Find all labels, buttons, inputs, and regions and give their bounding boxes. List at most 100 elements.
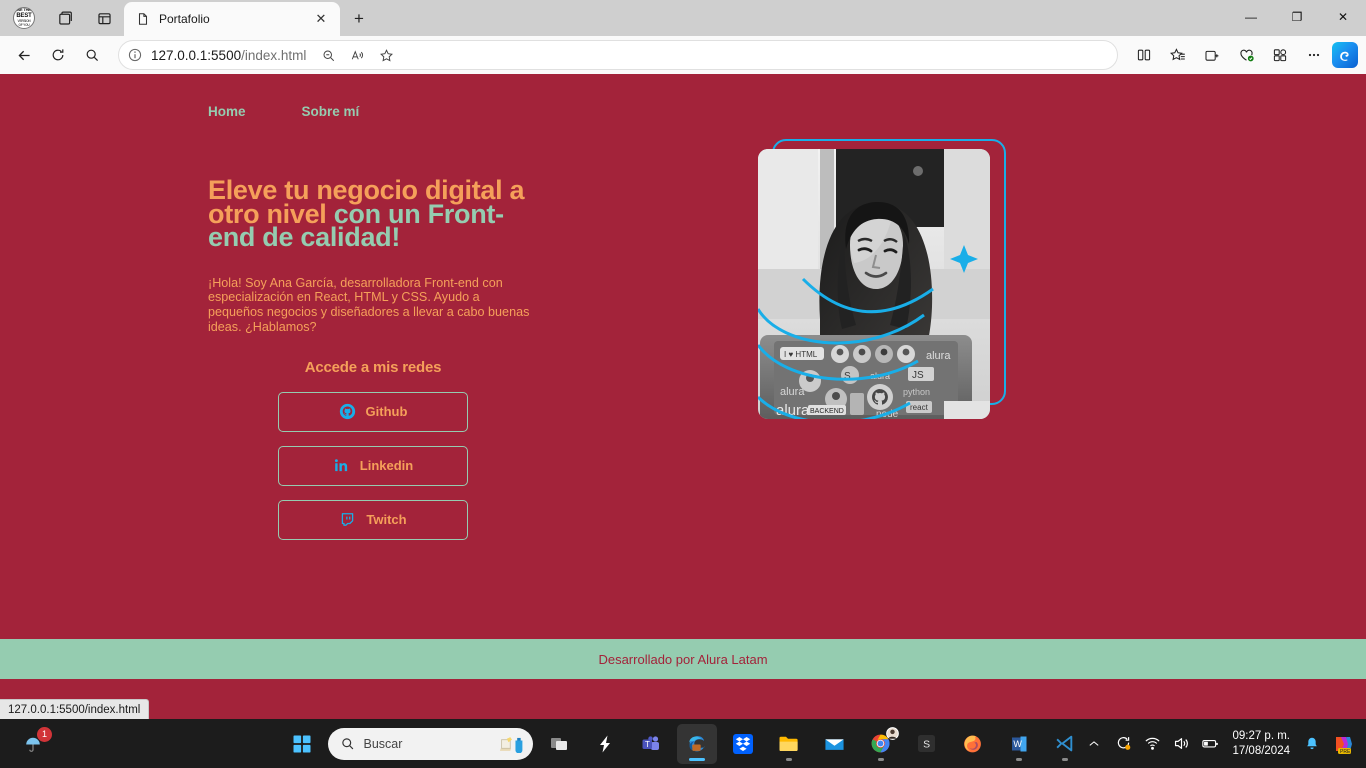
svg-text:JS: JS bbox=[912, 370, 924, 381]
avatar: BE THE BEST VERSION OF YOU bbox=[13, 7, 35, 29]
task-view-icon[interactable] bbox=[539, 724, 579, 764]
s-app-icon[interactable]: S bbox=[907, 724, 947, 764]
mail-icon[interactable] bbox=[815, 724, 855, 764]
reload-icon[interactable] bbox=[42, 40, 74, 70]
hero-text-column: Eleve tu negocio digital a otro nivel co… bbox=[208, 177, 538, 540]
twitch-button-label: Twitch bbox=[366, 512, 407, 528]
zoom-out-icon[interactable] bbox=[314, 42, 342, 68]
extensions-icon[interactable] bbox=[1264, 40, 1296, 70]
show-hidden-icons-chevron[interactable] bbox=[1081, 728, 1107, 760]
vscode-icon[interactable] bbox=[1045, 724, 1085, 764]
nav-link-home[interactable]: Home bbox=[208, 104, 246, 119]
svg-text:T: T bbox=[645, 740, 650, 749]
hero-subtitle: ¡Hola! Soy Ana García, desarrolladora Fr… bbox=[208, 275, 530, 334]
address-bar[interactable]: 127.0.0.1:5500/index.html bbox=[118, 40, 1118, 70]
restore-button[interactable]: ❐ bbox=[1274, 0, 1320, 33]
hero-photo-block: I ♥ HTML alura JS alura S python react a… bbox=[758, 139, 1018, 429]
favorite-star-icon[interactable] bbox=[372, 42, 400, 68]
explorer-open-indicator bbox=[785, 757, 792, 761]
vscode-open-indicator bbox=[1061, 757, 1068, 761]
github-button[interactable]: Github bbox=[278, 391, 468, 432]
edge-browser-icon[interactable] bbox=[676, 723, 717, 764]
page-viewport: Home Sobre mí Eleve tu negocio digital a… bbox=[0, 74, 1366, 719]
avatar-line-4: OF YOU bbox=[18, 23, 30, 28]
search-icon[interactable] bbox=[76, 40, 108, 70]
taskbar-search[interactable]: Buscar bbox=[327, 727, 533, 760]
start-button[interactable] bbox=[282, 724, 322, 764]
minimize-button[interactable]: — bbox=[1228, 0, 1274, 33]
svg-text:node: node bbox=[876, 409, 899, 419]
footer-text: Desarrollado por Alura Latam bbox=[598, 651, 768, 667]
weather-umbrella-icon[interactable]: 1 bbox=[18, 726, 52, 759]
split-screen-icon[interactable] bbox=[1128, 40, 1160, 70]
search-illustration-icon bbox=[499, 736, 522, 753]
copilot-tray-icon[interactable]: PRE bbox=[1328, 728, 1358, 760]
read-aloud-icon[interactable] bbox=[343, 42, 371, 68]
svg-text:S: S bbox=[923, 739, 930, 750]
clock-date: 17/08/2024 bbox=[1232, 744, 1290, 757]
word-icon[interactable]: W bbox=[999, 724, 1039, 764]
wifi-icon[interactable] bbox=[1139, 728, 1165, 760]
page-footer: Desarrollado por Alura Latam bbox=[0, 639, 1366, 679]
battery-icon[interactable] bbox=[1197, 728, 1223, 760]
twitch-icon bbox=[342, 513, 354, 527]
close-tab-icon[interactable]: ✕ bbox=[310, 8, 332, 30]
system-tray: 09:27 p. m. 17/08/2024 PRE bbox=[1081, 728, 1358, 760]
page-title: Eleve tu negocio digital a otro nivel co… bbox=[208, 177, 538, 251]
site-nav: Home Sobre mí bbox=[0, 74, 1366, 119]
taskbar-center-group: Buscar T S W bbox=[282, 723, 1085, 764]
browser-toolbar: 127.0.0.1:5500/index.html bbox=[0, 36, 1366, 74]
workspaces-icon[interactable] bbox=[44, 2, 84, 34]
close-window-button[interactable]: ✕ bbox=[1320, 0, 1366, 33]
onedrive-sync-icon[interactable] bbox=[1110, 728, 1136, 760]
svg-text:W: W bbox=[1013, 739, 1022, 749]
profile-photo: I ♥ HTML alura JS alura S python react a… bbox=[758, 149, 990, 419]
svg-text:alura: alura bbox=[926, 350, 951, 362]
volume-icon[interactable] bbox=[1168, 728, 1194, 760]
back-icon[interactable] bbox=[8, 40, 40, 70]
url-path: /index.html bbox=[241, 47, 307, 63]
tab-strip: BE THE BEST VERSION OF YOU Portafolio ✕ bbox=[0, 0, 1366, 36]
chrome-open-indicator bbox=[877, 757, 884, 761]
copilot-icon[interactable] bbox=[1332, 42, 1358, 68]
settings-more-icon[interactable] bbox=[1298, 40, 1330, 70]
twitch-button[interactable]: Twitch bbox=[278, 499, 468, 540]
add-to-collection-icon[interactable] bbox=[1196, 40, 1228, 70]
clock-time: 09:27 p. m. bbox=[1232, 729, 1290, 742]
tab-actions-icon[interactable] bbox=[84, 2, 124, 34]
firefox-icon[interactable] bbox=[953, 724, 993, 764]
social-section-title: Accede a mis redes bbox=[304, 358, 442, 376]
nav-link-sobre-mi[interactable]: Sobre mí bbox=[302, 104, 360, 119]
tab-title: Portafolio bbox=[159, 12, 210, 26]
collections-star-icon[interactable] bbox=[1162, 40, 1194, 70]
profile-avatar[interactable]: BE THE BEST VERSION OF YOU bbox=[4, 2, 44, 34]
url-host: 127.0.0.1:5500 bbox=[151, 47, 242, 63]
dropbox-icon[interactable] bbox=[723, 724, 763, 764]
site-info-icon[interactable] bbox=[127, 47, 143, 63]
word-open-indicator bbox=[1015, 757, 1022, 761]
svg-text:S: S bbox=[844, 371, 851, 382]
browser-tab-portafolio[interactable]: Portafolio ✕ bbox=[124, 2, 340, 36]
clock[interactable]: 09:27 p. m. 17/08/2024 bbox=[1226, 729, 1296, 759]
link-status-bar: 127.0.0.1:5500/index.html bbox=[0, 699, 150, 719]
file-explorer-icon[interactable] bbox=[769, 724, 809, 764]
edge-active-indicator bbox=[688, 757, 705, 761]
taskbar-left-group: 1 bbox=[18, 726, 52, 759]
notifications-bell-icon[interactable] bbox=[1299, 728, 1325, 760]
svg-text:alura: alura bbox=[776, 402, 810, 419]
new-tab-button[interactable]: + bbox=[344, 4, 374, 34]
browser-window: BE THE BEST VERSION OF YOU Portafolio ✕ bbox=[0, 0, 1366, 719]
svg-text:react: react bbox=[910, 403, 929, 412]
copilot-pre-badge-text: PRE bbox=[1340, 748, 1351, 754]
page-file-icon bbox=[138, 13, 148, 25]
svg-text:I ♥ HTML: I ♥ HTML bbox=[784, 350, 818, 359]
teams-icon[interactable]: T bbox=[631, 724, 671, 764]
linkedin-icon bbox=[334, 459, 347, 472]
social-buttons-list: Github Linkedin Twitch bbox=[208, 391, 538, 540]
lightning-app-icon[interactable] bbox=[585, 724, 625, 764]
window-controls: — ❐ ✕ bbox=[1228, 0, 1366, 33]
browser-essentials-icon[interactable] bbox=[1230, 40, 1262, 70]
chrome-icon[interactable] bbox=[861, 724, 901, 764]
linkedin-button[interactable]: Linkedin bbox=[278, 445, 468, 486]
svg-text:alura: alura bbox=[780, 386, 805, 398]
